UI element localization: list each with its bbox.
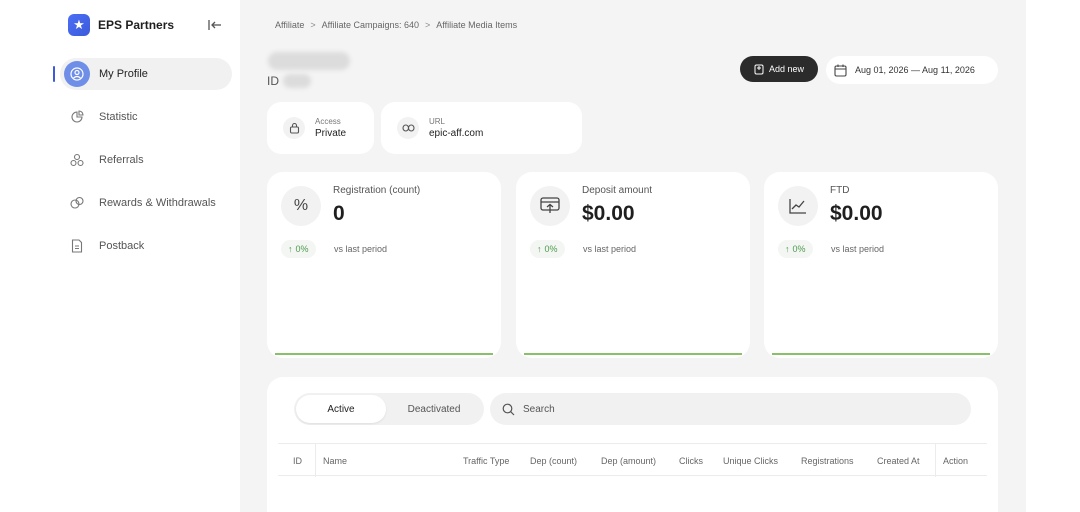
link-icon — [397, 117, 419, 139]
user-circle-icon — [64, 61, 90, 87]
breadcrumb-item[interactable]: Affiliate — [275, 20, 304, 30]
sidebar-item-statistic[interactable]: Statistic — [0, 99, 240, 135]
column-header-traffic-type[interactable]: Traffic Type — [463, 444, 509, 477]
redacted-title — [268, 52, 350, 70]
star-icon: ★ — [68, 14, 90, 36]
access-card: Access Private — [267, 102, 374, 154]
stat-value: $0.00 — [582, 202, 635, 225]
pie-chart-icon — [68, 108, 86, 126]
sidebar-item-postback[interactable]: Postback — [0, 228, 240, 264]
sidebar-item-my-profile[interactable]: My Profile — [0, 56, 240, 92]
sidebar-item-label: My Profile — [99, 68, 148, 80]
stat-label: Deposit amount — [582, 185, 653, 196]
redacted-id — [283, 74, 311, 88]
stat-label: Registration (count) — [333, 185, 421, 196]
url-value[interactable]: epic-aff.com — [429, 128, 483, 139]
column-header-id[interactable]: ID — [293, 444, 302, 477]
main-content: Affiliate > Affiliate Campaigns: 640 > A… — [240, 0, 1026, 512]
trend-badge: ↑ 0% — [281, 240, 316, 258]
trend-badge: ↑ 0% — [530, 240, 565, 258]
sidebar-item-referrals[interactable]: Referrals — [0, 142, 240, 178]
column-header-created-at[interactable]: Created At — [877, 444, 920, 477]
breadcrumb-item: Affiliate Media Items — [436, 20, 518, 30]
column-header-unique-clicks[interactable]: Unique Clicks — [723, 444, 778, 477]
sidebar: ★ EPS Partners My Profile Statistic Refe… — [0, 0, 240, 512]
search-icon — [502, 403, 515, 415]
search-placeholder: Search — [523, 403, 555, 415]
trend-badge: ↑ 0% — [778, 240, 813, 258]
vs-label: vs last period — [334, 244, 388, 254]
arrow-up-icon: ↑ — [537, 244, 542, 254]
stat-value: 0 — [333, 202, 345, 225]
collapse-sidebar-icon[interactable] — [206, 16, 224, 34]
stat-card-deposit: Deposit amount $0.00 ↑ 0% vs last period — [516, 172, 750, 358]
date-range-picker[interactable]: Aug 01, 2026 — Aug 11, 2026 — [826, 56, 998, 84]
arrow-up-icon: ↑ — [288, 244, 293, 254]
calendar-icon — [834, 64, 847, 77]
brand[interactable]: ★ EPS Partners — [68, 14, 174, 36]
media-items-table-card: Active Deactivated Search ID Name Traffi… — [267, 377, 998, 512]
add-document-icon — [754, 64, 764, 74]
access-label: Access — [315, 117, 341, 126]
stat-label: FTD — [830, 185, 850, 196]
sidebar-nav: My Profile Statistic Referrals Rewards &… — [0, 56, 240, 271]
active-indicator — [53, 66, 55, 82]
add-new-button[interactable]: Add new — [740, 56, 818, 82]
tab-deactivated[interactable]: Deactivated — [386, 395, 482, 423]
tab-active[interactable]: Active — [296, 395, 386, 423]
sidebar-item-rewards-withdrawals[interactable]: Rewards & Withdrawals — [0, 185, 240, 221]
sidebar-item-label: Referrals — [99, 154, 144, 166]
document-icon — [68, 237, 86, 255]
id-label: ID — [267, 74, 279, 88]
vs-label: vs last period — [831, 244, 885, 254]
line-chart-icon — [778, 186, 818, 226]
arrow-up-icon: ↑ — [785, 244, 790, 254]
date-range-text: Aug 01, 2026 — Aug 11, 2026 — [855, 65, 975, 75]
breadcrumb: Affiliate > Affiliate Campaigns: 640 > A… — [275, 20, 518, 30]
id-row: ID — [267, 74, 311, 88]
column-header-clicks[interactable]: Clicks — [679, 444, 703, 477]
stat-value: $0.00 — [830, 202, 883, 225]
table-header: ID Name Traffic Type Dep (count) Dep (am… — [278, 443, 987, 477]
column-header-registrations[interactable]: Registrations — [801, 444, 854, 477]
search-input[interactable]: Search — [490, 393, 971, 425]
breadcrumb-item[interactable]: Affiliate Campaigns: 640 — [322, 20, 419, 30]
stat-card-ftd: FTD $0.00 ↑ 0% vs last period — [764, 172, 998, 358]
brand-name: EPS Partners — [98, 18, 175, 32]
referrals-icon — [68, 151, 86, 169]
deposit-icon — [530, 186, 570, 226]
status-tabs: Active Deactivated — [294, 393, 484, 425]
url-card: URL epic-aff.com — [381, 102, 582, 154]
column-header-action: Action — [935, 444, 968, 477]
stat-card-registration: % Registration (count) 0 ↑ 0% vs last per… — [267, 172, 501, 358]
sparkline — [772, 353, 990, 355]
sidebar-item-label: Postback — [99, 240, 145, 252]
sidebar-item-label: Rewards & Withdrawals — [99, 197, 216, 209]
sparkline — [524, 353, 742, 355]
url-label: URL — [429, 117, 446, 126]
access-value: Private — [315, 128, 347, 139]
vs-label: vs last period — [583, 244, 637, 254]
column-header-dep-count[interactable]: Dep (count) — [530, 444, 577, 477]
lock-icon — [283, 117, 305, 139]
column-header-dep-amount[interactable]: Dep (amount) — [601, 444, 656, 477]
column-header-name[interactable]: Name — [315, 444, 347, 477]
sparkline — [275, 353, 493, 355]
sidebar-item-label: Statistic — [99, 111, 138, 123]
right-margin — [1026, 0, 1080, 512]
coins-icon — [68, 194, 86, 212]
add-new-label: Add new — [768, 64, 805, 74]
percent-icon: % — [281, 186, 321, 226]
